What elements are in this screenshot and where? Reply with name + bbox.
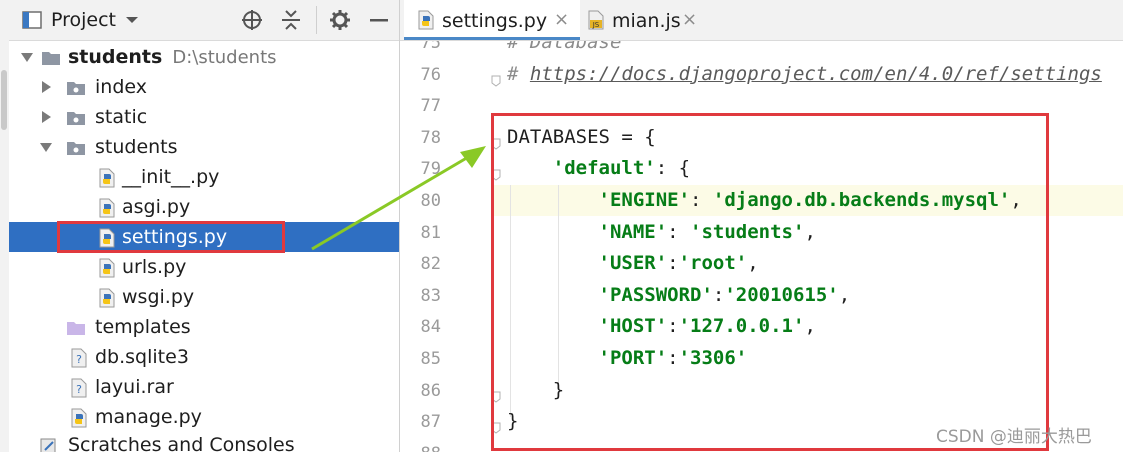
package-folder-icon <box>67 112 85 125</box>
tree-item-students-package[interactable]: students <box>9 132 399 162</box>
tab-label: settings.py <box>442 10 548 32</box>
package-folder-icon <box>67 82 85 95</box>
line-number: 78 <box>420 127 441 148</box>
svg-text:?: ? <box>76 353 82 366</box>
collapsed-arrow-icon[interactable] <box>39 110 53 124</box>
line-number: 88 <box>400 444 441 452</box>
tree-item-wsgi-py[interactable]: wsgi.py <box>9 282 399 312</box>
close-icon[interactable]: × <box>682 9 697 30</box>
unknown-file-icon: ? <box>71 378 87 398</box>
line-number: 83 <box>420 285 441 306</box>
annotation-box-settings <box>57 221 285 253</box>
tree-item-layui-rar[interactable]: ? layui.rar <box>9 372 399 402</box>
tree-item-label: db.sqlite3 <box>95 346 189 368</box>
line-number: 81 <box>420 222 441 243</box>
collapsed-arrow-icon[interactable] <box>39 80 53 94</box>
line-number: 82 <box>420 254 441 275</box>
tab-mian-js[interactable]: JS mian.js × <box>582 0 710 40</box>
line-number: 76 <box>420 64 441 85</box>
minimize-icon[interactable] <box>368 9 390 31</box>
tab-label: mian.js <box>612 10 681 32</box>
python-file-icon <box>71 408 87 428</box>
project-path-hint: D:\students <box>172 47 277 68</box>
gear-icon[interactable] <box>329 9 351 31</box>
svg-text:?: ? <box>76 383 82 396</box>
chevron-down-icon[interactable] <box>121 9 143 31</box>
code-token: # <box>507 62 530 85</box>
tree-item-label: urls.py <box>122 256 187 278</box>
tree-item-asgi-py[interactable]: asgi.py <box>9 192 399 222</box>
line-number: 86 <box>420 380 441 401</box>
python-file-icon <box>99 258 115 278</box>
python-file-icon <box>418 10 434 30</box>
expanded-arrow-icon[interactable] <box>39 140 53 154</box>
scratches-icon <box>40 438 56 452</box>
tree-item-db-sqlite3[interactable]: ? db.sqlite3 <box>9 342 399 372</box>
tree-item-label: Scratches and Consoles <box>68 434 295 452</box>
tree-item-label: manage.py <box>95 406 202 428</box>
tree-item-label: asgi.py <box>122 196 191 218</box>
annotation-box-databases <box>491 113 1049 451</box>
project-title[interactable]: Project <box>51 9 116 31</box>
tree-item-index[interactable]: index <box>9 72 399 102</box>
locate-target-icon[interactable] <box>241 9 263 31</box>
project-view-icon <box>21 9 43 31</box>
unknown-file-icon: ? <box>71 348 87 368</box>
line-number: 87 <box>420 412 441 433</box>
close-icon[interactable]: × <box>554 9 569 30</box>
line-number: 75 <box>420 41 441 53</box>
line-number: 84 <box>420 317 441 338</box>
scrollbar-thumb[interactable] <box>1 70 7 130</box>
project-panel-header: Project <box>9 0 399 41</box>
line-number: 85 <box>420 349 441 369</box>
line-number: 79 <box>420 159 441 180</box>
tree-item-label: layui.rar <box>95 376 174 398</box>
tree-item-label: __init__.py <box>122 166 220 188</box>
tree-item-students-root[interactable]: students D:\students <box>9 42 399 72</box>
tree-item-label: students <box>68 46 163 68</box>
tree-item-label: wsgi.py <box>122 286 195 308</box>
python-file-icon <box>99 198 115 218</box>
tree-item-templates[interactable]: templates <box>9 312 399 342</box>
python-file-icon <box>99 288 115 308</box>
python-file-icon <box>99 168 115 188</box>
code-token: https://docs.djangoproject.com/en/4.0/re… <box>529 62 1102 85</box>
tree-item-scratches[interactable]: Scratches and Consoles <box>9 430 399 452</box>
tree-item-manage-py[interactable]: manage.py <box>9 402 399 432</box>
expanded-arrow-icon[interactable] <box>20 50 34 64</box>
tree-item-urls-py[interactable]: urls.py <box>9 252 399 282</box>
line-number: 77 <box>420 96 441 117</box>
code-line: # Database <box>507 41 621 53</box>
tree-item-label: templates <box>95 316 191 338</box>
tree-item-label: index <box>95 76 147 98</box>
line-number: 80 <box>420 191 441 211</box>
line-number-gutter: 75 76 77 78 79 80 81 82 83 84 85 86 87 88 <box>400 41 470 452</box>
folder-icon <box>42 52 60 65</box>
collapse-all-icon[interactable] <box>280 9 302 31</box>
tree-item-static[interactable]: static <box>9 102 399 132</box>
tab-settings-py[interactable]: settings.py × <box>404 0 580 40</box>
tree-item-label: static <box>95 106 148 128</box>
javascript-file-icon: JS <box>588 10 604 30</box>
code-token: # Database <box>507 41 622 53</box>
fold-marker-icon[interactable] <box>491 72 501 87</box>
code-line: # https://docs.djangoproject.com/en/4.0/… <box>507 63 1102 85</box>
tree-item-label: students <box>95 136 178 158</box>
package-folder-icon <box>67 142 85 155</box>
watermark: CSDN @迪丽大热巴 <box>936 427 1092 447</box>
tree-item-init-py[interactable]: __init__.py <box>9 162 399 192</box>
svg-text:JS: JS <box>592 21 600 29</box>
header-divider <box>316 6 317 34</box>
templates-folder-icon <box>67 322 85 335</box>
editor-tab-bar: settings.py × JS mian.js × <box>400 0 1123 41</box>
